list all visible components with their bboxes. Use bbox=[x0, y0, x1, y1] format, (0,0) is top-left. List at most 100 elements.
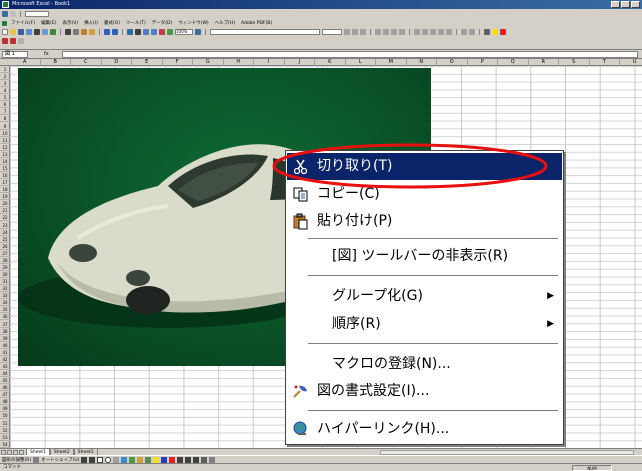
3d-icon[interactable] bbox=[209, 456, 216, 463]
row-header[interactable]: 21 bbox=[0, 207, 10, 215]
column-header[interactable]: C bbox=[71, 59, 102, 66]
insert-picture-icon[interactable] bbox=[145, 456, 152, 463]
column-header[interactable]: M bbox=[376, 59, 407, 66]
column-header[interactable]: U bbox=[620, 59, 642, 66]
zoom-select[interactable]: 100% bbox=[175, 29, 193, 35]
undo-icon[interactable] bbox=[104, 29, 110, 35]
menu-item-format-picture[interactable]: 図の書式設定(I)... bbox=[287, 378, 562, 405]
autoshapes-menu-button[interactable]: オートシェイプ(U) bbox=[41, 457, 79, 463]
menu-item-paste[interactable]: 貼り付け(P) bbox=[287, 208, 562, 235]
row-header[interactable]: 9 bbox=[0, 123, 10, 130]
new-icon[interactable] bbox=[2, 29, 8, 35]
row-header[interactable]: 2 bbox=[0, 73, 10, 81]
row-header[interactable]: 44 bbox=[0, 370, 10, 377]
row-header[interactable]: 4 bbox=[0, 87, 10, 95]
row-header[interactable]: 13 bbox=[0, 151, 10, 158]
merge-center-icon[interactable] bbox=[399, 29, 405, 35]
font-name-combo[interactable] bbox=[210, 29, 320, 35]
row-header[interactable]: 32 bbox=[0, 285, 10, 293]
minimize-button[interactable] bbox=[611, 1, 620, 8]
menu-item-cut[interactable]: 切り取り(T) bbox=[287, 153, 562, 180]
wordart-icon[interactable] bbox=[121, 456, 128, 463]
ime-icon[interactable] bbox=[2, 11, 8, 17]
draw-menu-button[interactable]: 図形の調整(R) bbox=[2, 457, 31, 463]
font-size-combo[interactable] bbox=[322, 29, 342, 35]
borders-icon[interactable] bbox=[484, 29, 490, 35]
row-header[interactable]: 28 bbox=[0, 257, 10, 264]
row-header[interactable]: 47 bbox=[0, 391, 10, 399]
clipart-icon[interactable] bbox=[137, 456, 144, 463]
row-header[interactable]: 37 bbox=[0, 321, 10, 328]
save-icon[interactable] bbox=[18, 29, 24, 35]
doc-icon[interactable] bbox=[2, 20, 7, 26]
ime-combo[interactable] bbox=[25, 11, 49, 17]
bold-icon[interactable] bbox=[344, 29, 350, 35]
row-header[interactable]: 45 bbox=[0, 377, 10, 385]
decrease-indent-icon[interactable] bbox=[461, 29, 467, 35]
column-header[interactable]: Q bbox=[498, 59, 529, 66]
dash-style-icon[interactable] bbox=[185, 456, 192, 463]
row-header[interactable]: 6 bbox=[0, 101, 10, 109]
row-header[interactable]: 26 bbox=[0, 243, 10, 250]
row-header[interactable]: 24 bbox=[0, 229, 10, 236]
menu-item-assign-macro[interactable]: マクロの登録(N)... bbox=[287, 351, 562, 378]
menu-format[interactable]: 書式(O) bbox=[102, 20, 122, 26]
sort-asc-icon[interactable] bbox=[143, 29, 149, 35]
row-header[interactable]: 23 bbox=[0, 222, 10, 229]
menu-data[interactable]: データ(D) bbox=[150, 20, 174, 26]
pdf-convert-icon[interactable] bbox=[2, 38, 8, 44]
row-header[interactable]: 5 bbox=[0, 94, 10, 102]
column-header[interactable]: I bbox=[254, 59, 285, 66]
row-header[interactable]: 31 bbox=[0, 278, 10, 286]
row-header[interactable]: 34 bbox=[0, 299, 10, 307]
currency-icon[interactable] bbox=[414, 29, 420, 35]
row-header[interactable]: 52 bbox=[0, 427, 10, 434]
column-header[interactable]: D bbox=[102, 59, 132, 66]
decrease-decimal-icon[interactable] bbox=[446, 29, 452, 35]
menu-view[interactable]: 表示(V) bbox=[60, 20, 80, 26]
line-color-icon[interactable] bbox=[161, 456, 168, 463]
underline-icon[interactable] bbox=[360, 29, 366, 35]
row-header[interactable]: 29 bbox=[0, 264, 10, 271]
column-header[interactable]: P bbox=[468, 59, 498, 66]
menu-help[interactable]: ヘルプ(H) bbox=[213, 20, 237, 26]
sort-desc-icon[interactable] bbox=[151, 29, 157, 35]
row-header[interactable]: 15 bbox=[0, 165, 10, 172]
textbox-icon[interactable] bbox=[113, 456, 120, 463]
font-color-icon[interactable] bbox=[500, 29, 506, 35]
cut-icon[interactable] bbox=[65, 29, 71, 35]
oval-icon[interactable] bbox=[105, 456, 112, 463]
column-header[interactable]: B bbox=[41, 59, 71, 66]
print-icon[interactable] bbox=[34, 29, 40, 35]
column-header[interactable]: A bbox=[10, 59, 41, 66]
column-header[interactable]: N bbox=[407, 59, 437, 66]
menu-window[interactable]: ウィンドウ(W) bbox=[176, 20, 210, 26]
row-header[interactable]: 53 bbox=[0, 434, 10, 441]
column-header[interactable]: T bbox=[590, 59, 620, 66]
menu-adobe-pdf[interactable]: Adobe PDF(B) bbox=[239, 21, 274, 26]
row-header[interactable]: 48 bbox=[0, 398, 10, 406]
maximize-button[interactable] bbox=[621, 1, 630, 8]
copy-tb-icon[interactable] bbox=[73, 29, 79, 35]
row-header[interactable]: 16 bbox=[0, 172, 10, 180]
fx-label[interactable]: fx bbox=[44, 51, 49, 57]
menu-item-hyperlink[interactable]: ハイパーリンク(H)... bbox=[287, 416, 562, 443]
row-header[interactable]: 35 bbox=[0, 306, 10, 314]
column-header[interactable]: R bbox=[529, 59, 559, 66]
shadow-icon[interactable] bbox=[201, 456, 208, 463]
column-header[interactable]: L bbox=[346, 59, 376, 66]
column-header[interactable]: O bbox=[437, 59, 468, 66]
menu-tools[interactable]: ツール(T) bbox=[124, 20, 148, 26]
row-header[interactable]: 30 bbox=[0, 271, 10, 279]
autosum-icon[interactable] bbox=[135, 29, 141, 35]
row-header[interactable]: 42 bbox=[0, 356, 10, 363]
spelling-icon[interactable] bbox=[50, 29, 56, 35]
menu-item-copy[interactable]: コピー(C) bbox=[287, 181, 562, 208]
row-header[interactable]: 18 bbox=[0, 186, 10, 194]
diagram-icon[interactable] bbox=[129, 456, 136, 463]
hyperlink-tb-icon[interactable] bbox=[127, 29, 133, 35]
pdf-mail-icon[interactable] bbox=[10, 38, 16, 44]
arrow-style-icon[interactable] bbox=[193, 456, 200, 463]
row-header[interactable]: 7 bbox=[0, 108, 10, 116]
align-right-icon[interactable] bbox=[391, 29, 397, 35]
